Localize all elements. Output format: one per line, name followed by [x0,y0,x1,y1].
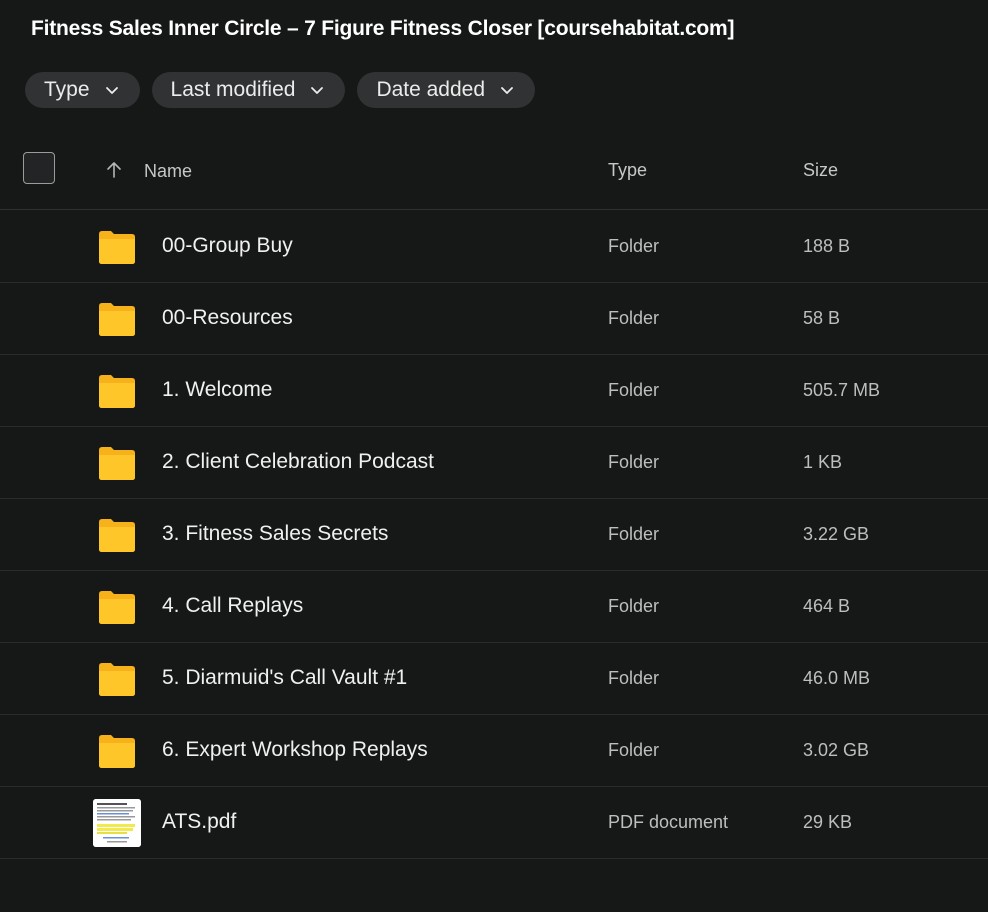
filter-label: Type [44,78,90,101]
folder-icon [99,446,135,480]
file-name[interactable]: ATS.pdf [162,810,236,834]
column-header-name[interactable]: Name [144,161,192,182]
table-row[interactable]: 00-Resources Folder 58 B [0,283,988,355]
table-row[interactable]: 3. Fitness Sales Secrets Folder 3.22 GB [0,499,988,571]
table-row[interactable]: 00-Group Buy Folder 188 B [0,211,988,283]
file-name[interactable]: 4. Call Replays [162,594,303,618]
file-size: 188 B [803,236,851,256]
select-all-checkbox[interactable] [23,152,55,184]
file-name[interactable]: 2. Client Celebration Podcast [162,450,434,474]
file-name[interactable]: 3. Fitness Sales Secrets [162,522,388,546]
table-row[interactable]: 4. Call Replays Folder 464 B [0,571,988,643]
file-type: Folder [608,380,660,400]
filter-type-button[interactable]: Type [25,72,140,108]
filter-label: Last modified [170,78,296,101]
file-size: 46.0 MB [803,668,871,688]
file-type: Folder [608,596,660,616]
table-row[interactable]: 6. Expert Workshop Replays Folder 3.02 G… [0,715,988,787]
file-browser: Fitness Sales Inner Circle – 7 Figure Fi… [0,0,988,912]
file-type: Folder [608,452,660,472]
file-size: 29 KB [803,812,853,832]
file-size: 3.02 GB [803,740,870,760]
folder-icon [99,518,135,552]
table-row[interactable]: 2. Client Celebration Podcast Folder 1 K… [0,427,988,499]
folder-icon [99,734,135,768]
folder-icon [99,302,135,336]
arrow-up-icon[interactable] [104,160,124,180]
folder-icon [99,590,135,624]
column-header-type[interactable]: Type [608,160,647,181]
chevron-down-icon [104,82,120,98]
file-list: 00-Group Buy Folder 188 B 00-Resources F… [0,211,988,859]
folder-icon [99,230,135,264]
table-header: Name Type Size [0,140,988,210]
table-row[interactable]: ATS.pdf PDF document 29 KB [0,787,988,859]
file-size: 1 KB [803,452,843,472]
file-name[interactable]: 00-Resources [162,306,293,330]
file-name[interactable]: 6. Expert Workshop Replays [162,738,428,762]
file-type: Folder [608,740,660,760]
file-name[interactable]: 5. Diarmuid's Call Vault #1 [162,666,407,690]
folder-icon [99,662,135,696]
file-size: 464 B [803,596,851,616]
file-type: Folder [608,308,660,328]
filter-bar: Type Last modified Date added [25,72,536,108]
file-type: PDF document [608,812,729,832]
file-size: 3.22 GB [803,524,870,544]
filter-label: Date added [376,78,486,101]
page-title: Fitness Sales Inner Circle – 7 Figure Fi… [31,17,735,40]
chevron-down-icon [309,82,325,98]
file-size: 58 B [803,308,841,328]
column-header-size[interactable]: Size [803,160,838,181]
chevron-down-icon [499,82,515,98]
file-size: 505.7 MB [803,380,881,400]
file-type: Folder [608,524,660,544]
table-row[interactable]: 1. Welcome Folder 505.7 MB [0,355,988,427]
file-type: Folder [608,668,660,688]
filter-date-added-button[interactable]: Date added [357,72,536,108]
file-name[interactable]: 00-Group Buy [162,234,293,258]
file-type: Folder [608,236,660,256]
folder-icon [99,374,135,408]
pdf-thumbnail-icon [93,799,141,847]
file-name[interactable]: 1. Welcome [162,378,273,402]
table-row[interactable]: 5. Diarmuid's Call Vault #1 Folder 46.0 … [0,643,988,715]
filter-last-modified-button[interactable]: Last modified [151,72,346,108]
